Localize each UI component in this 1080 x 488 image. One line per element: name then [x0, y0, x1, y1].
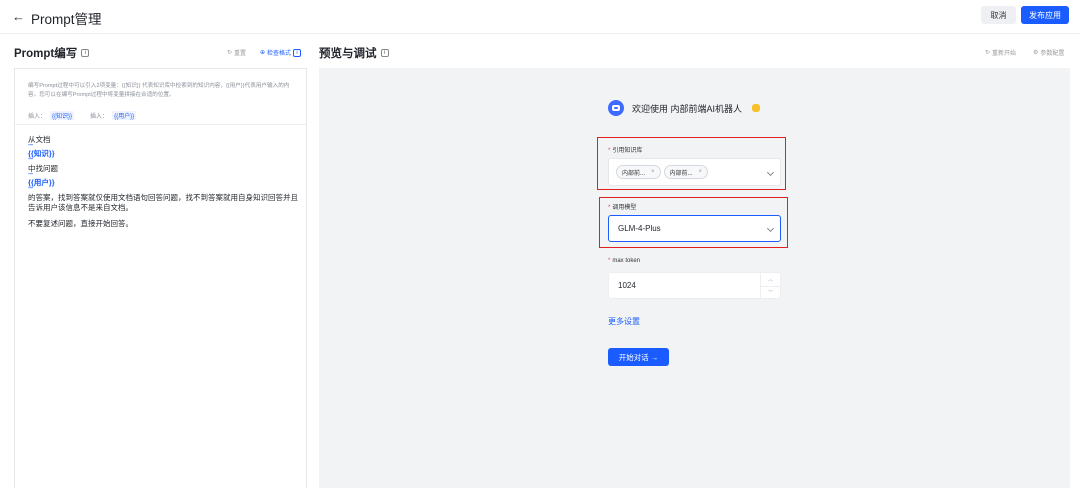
- close-icon[interactable]: ×: [651, 169, 655, 175]
- variable-user: {{用户}}: [28, 178, 55, 187]
- info-icon[interactable]: i: [293, 48, 302, 57]
- token-stepper: ︿ ﹀: [760, 273, 780, 298]
- prompt-editor-panel: 编写Prompt过程中可以引入2项变量：{{知识}} 代表知识库中检索到的知识内…: [14, 68, 307, 488]
- info-icon[interactable]: i: [380, 49, 389, 57]
- refresh-icon: ↻: [985, 50, 991, 56]
- preview-debug-title: 预览与调试 i: [319, 45, 389, 61]
- kb-chip[interactable]: 内部前... ×: [616, 165, 661, 179]
- gear-icon: ⚙: [1033, 50, 1039, 56]
- start-chat-button[interactable]: 开始对话 →: [608, 348, 669, 366]
- chevron-down-icon: [766, 224, 775, 233]
- knowledge-base-select[interactable]: 内部前... × 内部前... ×: [608, 158, 781, 186]
- check-format-button[interactable]: ⊕ 检查格式 i: [260, 48, 302, 57]
- robot-avatar-icon: [608, 100, 624, 116]
- divider: [15, 124, 306, 125]
- max-token-label: * max token: [608, 258, 641, 264]
- model-select[interactable]: GLM-4-Plus: [608, 215, 781, 242]
- arrow-left-icon[interactable]: ←: [12, 9, 25, 24]
- variable-knowledge: {{知识}}: [28, 149, 55, 158]
- insert-user-tag[interactable]: {{用户}}: [112, 111, 137, 120]
- prompt-textarea[interactable]: 从文档 """ {{知识}} """ 中找问题 """ {{用户}} """ 的…: [28, 135, 298, 229]
- wave-hand-icon: [752, 104, 761, 112]
- welcome-message: 欢迎使用 内部前端AI机器人: [608, 100, 761, 116]
- chevron-down-icon: [766, 168, 775, 176]
- more-settings-link[interactable]: 更多设置: [608, 316, 640, 327]
- params-config-button[interactable]: ⚙ 参数配置: [1033, 48, 1064, 57]
- chevron-down-icon[interactable]: ﹀: [761, 285, 780, 299]
- max-token-input[interactable]: 1024 ︿ ﹀: [608, 272, 781, 299]
- preview-panel: 欢迎使用 内部前端AI机器人 * 引用知识库 内部前... × 内部前... × * 调…: [319, 68, 1070, 488]
- chevron-up-icon[interactable]: ︿: [761, 273, 780, 286]
- cancel-button[interactable]: 取消: [981, 6, 1016, 24]
- insert-knowledge-tag[interactable]: {{知识}}: [50, 111, 75, 120]
- download-circle-icon: ⊕: [260, 50, 266, 56]
- insert-row: 插入： {{知识}} 插入： {{用户}}: [28, 111, 137, 120]
- prompt-description: 编写Prompt过程中可以引入2项变量：{{知识}} 代表知识库中检索到的知识内…: [28, 83, 290, 98]
- top-bar: ← Prompt管理 取消 发布应用: [0, 0, 1080, 34]
- kb-chip[interactable]: 内部前... ×: [663, 165, 709, 179]
- reset-button[interactable]: ↻ 重置: [227, 48, 246, 57]
- info-icon[interactable]: i: [81, 49, 90, 57]
- publish-button[interactable]: 发布应用: [1021, 6, 1069, 24]
- refresh-icon: ↻: [227, 50, 233, 56]
- close-icon[interactable]: ×: [699, 169, 703, 175]
- page-title: Prompt管理: [31, 12, 102, 27]
- kb-label: * 引用知识库: [608, 148, 643, 154]
- restart-button[interactable]: ↻ 重新开始: [985, 48, 1016, 57]
- model-label: * 调用模型: [608, 205, 637, 211]
- prompt-editor-title: Prompt编写 i: [14, 45, 90, 61]
